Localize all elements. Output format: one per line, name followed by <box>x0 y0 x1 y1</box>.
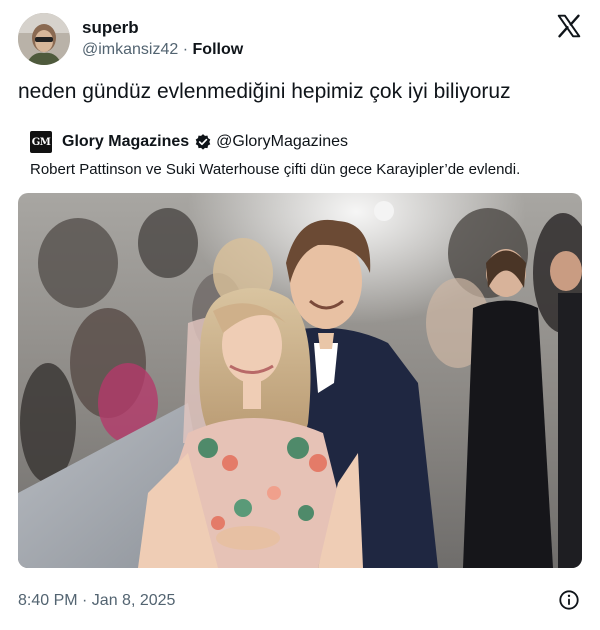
quote-text: Robert Pattinson ve Suki Waterhouse çift… <box>30 161 521 178</box>
user-avatar[interactable] <box>18 13 70 65</box>
user-display-name[interactable]: superb <box>82 18 139 38</box>
tweet-text: neden gündüz evlenmediğini hepimiz çok i… <box>18 80 511 103</box>
tweet-photo[interactable] <box>18 193 582 568</box>
quote-handle[interactable]: @GloryMagazines <box>216 133 348 151</box>
tweet-timestamp[interactable]: 8:40 PM · Jan 8, 2025 <box>18 592 175 610</box>
x-logo-icon[interactable] <box>556 13 582 39</box>
avatar-photo <box>18 13 70 65</box>
quote-display-name[interactable]: Glory Magazines <box>62 133 189 151</box>
quoted-tweet-header[interactable]: GM Glory Magazines @GloryMagazines <box>30 130 348 154</box>
info-icon[interactable] <box>558 589 580 611</box>
follow-button[interactable]: Follow <box>193 41 244 58</box>
separator-dot: · <box>182 41 189 58</box>
user-handle[interactable]: @imkansiz42 <box>82 41 178 58</box>
user-handle-line: @imkansiz42 · Follow <box>82 41 243 59</box>
quote-avatar-logo[interactable]: GM <box>30 131 52 153</box>
couple-photo <box>18 193 582 568</box>
verified-badge-icon <box>195 134 211 150</box>
tweet-card: superb @imkansiz42 · Follow neden gündüz… <box>0 0 600 630</box>
